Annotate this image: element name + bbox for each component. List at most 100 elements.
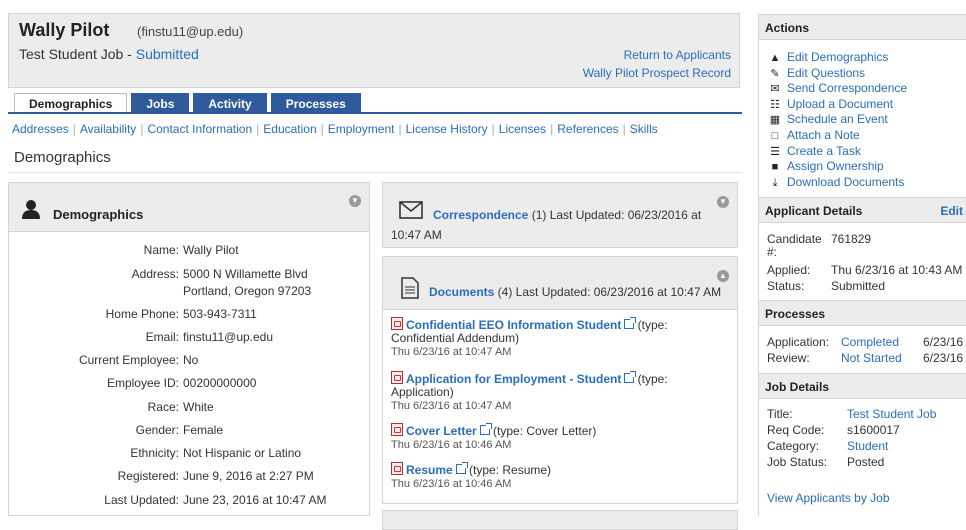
- pdf-icon: [391, 462, 403, 475]
- return-to-applicants-link[interactable]: Return to Applicants: [624, 48, 731, 62]
- list-item: Resume (type: Resume) Thu 6/23/16 at 10:…: [391, 462, 552, 490]
- document-icon: [401, 277, 419, 302]
- document-link[interactable]: Application for Employment - Student: [406, 372, 621, 386]
- demographics-panel-title: Demographics: [53, 207, 144, 222]
- list-item: Confidential EEO Information Student (ty…: [391, 317, 668, 358]
- tab-processes[interactable]: Processes: [270, 93, 361, 113]
- tab-jobs[interactable]: Jobs: [131, 93, 190, 113]
- job-field-label: Category:: [767, 439, 820, 453]
- documents-panel: Documents (4) Last Updated: 06/23/2016 a…: [382, 256, 738, 504]
- candidate-value: 761829: [831, 232, 872, 246]
- category-link[interactable]: Student: [847, 439, 888, 453]
- envelope-icon: ✉: [770, 83, 780, 96]
- document-link[interactable]: Cover Letter: [406, 424, 477, 438]
- status-value: Submitted: [831, 279, 886, 293]
- task-icon: ☰: [770, 145, 780, 158]
- applied-label: Applied:: [767, 263, 811, 277]
- pdf-icon: [391, 317, 403, 330]
- tab-bar: Demographics Jobs Activity Processes: [14, 93, 365, 113]
- pdf-icon: [391, 371, 403, 384]
- subnav-license-history[interactable]: License History: [406, 122, 488, 136]
- action-download-documents[interactable]: ⤓ Download Documents: [769, 175, 905, 192]
- pdf-icon: [391, 423, 403, 436]
- subnav-employment[interactable]: Employment: [328, 122, 395, 136]
- document-link[interactable]: Confidential EEO Information Student: [406, 318, 621, 332]
- applicant-header: Wally Pilot (finstu11@up.edu) Test Stude…: [8, 13, 740, 88]
- action-schedule-event[interactable]: ▦ Schedule an Event: [769, 112, 888, 129]
- job-field-label: Job Status:: [767, 455, 828, 469]
- subnav-licenses[interactable]: Licenses: [499, 122, 546, 136]
- external-link-icon[interactable]: [455, 462, 468, 474]
- action-send-correspondence[interactable]: ✉ Send Correspondence: [769, 81, 907, 98]
- field-value: 00200000000: [183, 376, 257, 390]
- document-icon: ☷: [770, 98, 780, 111]
- tab-activity[interactable]: Activity: [193, 93, 267, 113]
- collapse-icon[interactable]: ▼: [349, 195, 361, 207]
- req-code-value: s1600017: [847, 423, 900, 437]
- lock-icon: ■: [771, 161, 779, 174]
- external-link-icon[interactable]: [624, 371, 637, 383]
- subnav-contact-information[interactable]: Contact Information: [147, 122, 252, 136]
- pencil-icon: ✎: [770, 67, 780, 80]
- action-assign-ownership[interactable]: ■ Assign Ownership: [769, 159, 884, 176]
- subnav-skills[interactable]: Skills: [630, 122, 658, 136]
- field-value: June 9, 2016 at 2:27 PM: [183, 469, 314, 483]
- tab-demographics[interactable]: Demographics: [14, 93, 128, 113]
- candidate-label: Candidate: [767, 232, 822, 246]
- note-icon: □: [771, 130, 779, 142]
- collapse-icon[interactable]: ▼: [717, 196, 729, 208]
- external-link-icon[interactable]: [624, 317, 637, 329]
- job-status-link[interactable]: Submitted: [136, 46, 199, 62]
- action-upload-document[interactable]: ☷ Upload a Document: [769, 97, 893, 114]
- job-field-label: Title:: [767, 407, 793, 421]
- job-details-header: Job Details: [759, 373, 966, 399]
- field-value: finstu11@up.edu: [183, 330, 274, 344]
- correspondence-time: 10:47 AM: [391, 228, 442, 242]
- job-field-label: Req Code:: [767, 423, 825, 437]
- subnav-addresses[interactable]: Addresses: [12, 122, 69, 136]
- person-icon: [21, 199, 41, 222]
- subnav-education[interactable]: Education: [263, 122, 316, 136]
- correspondence-link[interactable]: Correspondence: [433, 208, 528, 222]
- subnav-availability[interactable]: Availability: [80, 122, 136, 136]
- action-attach-note[interactable]: □ Attach a Note: [769, 128, 860, 145]
- candidate-label-2: #:: [767, 245, 778, 259]
- edit-applicant-link[interactable]: Edit: [940, 198, 963, 224]
- process-value-link[interactable]: Not Started: [841, 351, 902, 365]
- tab-underline: [8, 112, 742, 114]
- demographics-panel-header: Demographics ▼: [9, 183, 369, 232]
- action-edit-questions[interactable]: ✎ Edit Questions: [769, 66, 865, 83]
- external-link-icon[interactable]: [479, 423, 492, 435]
- applied-value: Thu 6/23/16 at 10:43 AM: [831, 263, 963, 277]
- correspondence-panel-header: Correspondence (1) Last Updated: 06/23/2…: [383, 183, 737, 247]
- right-sidebar: Actions ▲ Edit Demographics ✎ Edit Questio…: [758, 14, 966, 516]
- subnav-references[interactable]: References: [557, 122, 618, 136]
- expand-icon[interactable]: ▲: [717, 270, 729, 282]
- section-divider: [8, 172, 742, 173]
- list-item: Cover Letter (type: Cover Letter) Thu 6/…: [391, 423, 597, 451]
- field-value: White: [183, 400, 214, 414]
- field-value: 5000 N Willamette Blvd: [183, 267, 308, 281]
- process-value-link[interactable]: Completed: [841, 335, 899, 349]
- view-applicants-link[interactable]: View Applicants by Job: [767, 491, 890, 505]
- actions-header: Actions: [759, 14, 966, 40]
- status-label: Status:: [767, 279, 805, 293]
- document-link[interactable]: Resume: [406, 463, 453, 477]
- process-label: Application:: [767, 335, 830, 349]
- documents-link[interactable]: Documents: [429, 285, 494, 299]
- next-panel-header: [382, 510, 738, 530]
- action-edit-demographics[interactable]: ▲ Edit Demographics: [769, 50, 889, 67]
- field-value: June 23, 2016 at 10:47 AM: [183, 493, 327, 507]
- user-icon: ▲: [769, 52, 781, 64]
- envelope-icon: [399, 201, 423, 222]
- process-label: Review:: [767, 351, 810, 365]
- field-value: No: [183, 353, 199, 367]
- field-value: Female: [183, 423, 224, 437]
- job-title-link[interactable]: Test Student Job: [847, 407, 936, 421]
- action-create-task[interactable]: ☰ Create a Task: [769, 144, 861, 161]
- process-date: 6/23/16: [923, 335, 964, 349]
- documents-panel-header: Documents (4) Last Updated: 06/23/2016 a…: [383, 257, 737, 310]
- section-title: Demographics: [14, 149, 111, 166]
- prospect-record-link[interactable]: Wally Pilot Prospect Record: [583, 66, 731, 80]
- field-value-line2: Portland, Oregon 97203: [183, 284, 312, 298]
